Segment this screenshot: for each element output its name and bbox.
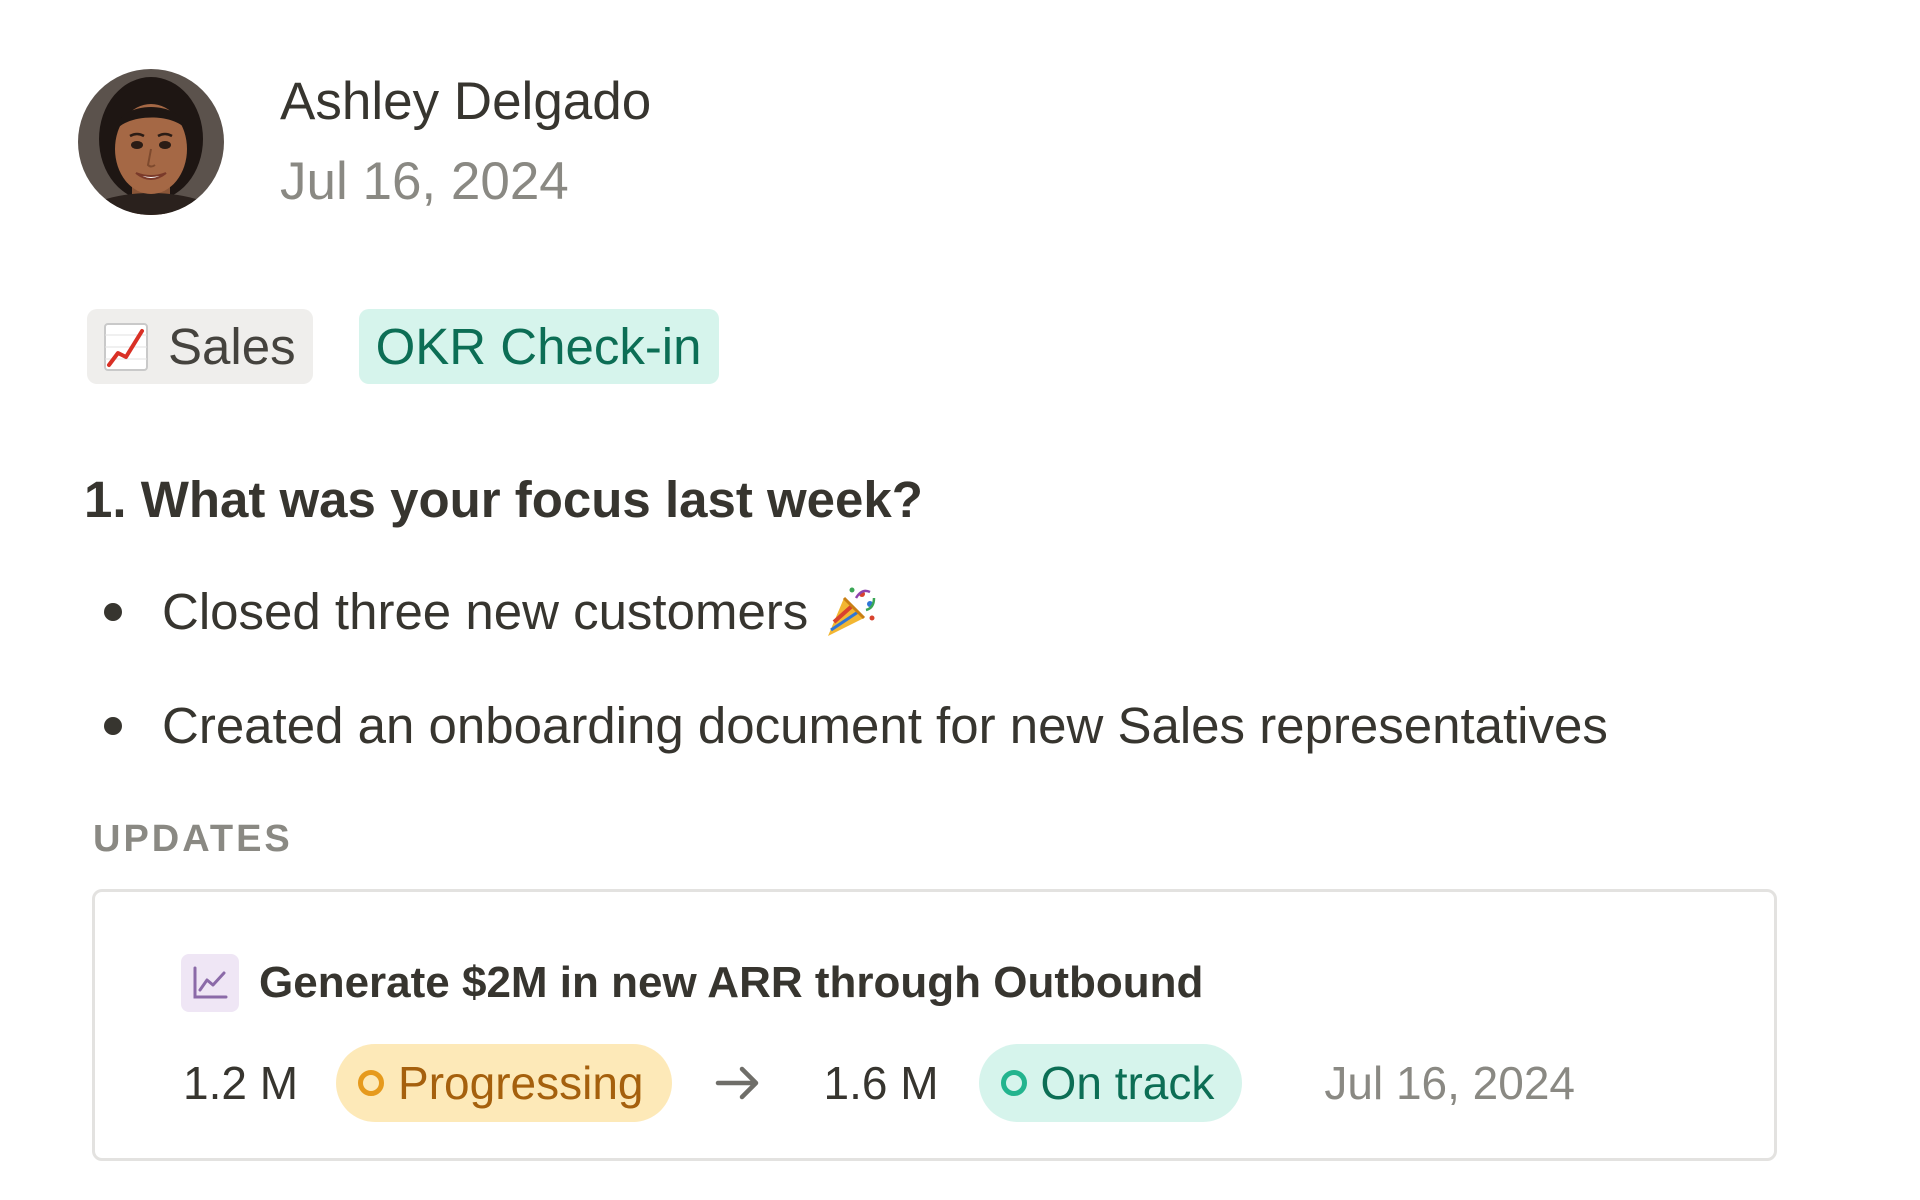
tag-okr-check-in[interactable]: OKR Check-in: [358, 309, 719, 384]
question-heading: 1. What was your focus last week?: [84, 471, 923, 528]
tag-sales[interactable]: Sales: [87, 309, 313, 384]
previous-value: 1.2 M: [183, 1057, 299, 1109]
tag-okr-label: OKR Check-in: [375, 318, 702, 375]
goal-status-row: 1.2 M Progressing 1.6 M On track Jul 16,…: [183, 1044, 1575, 1122]
arrow-right-icon: [715, 1066, 758, 1100]
status-ring-icon: [358, 1070, 385, 1096]
status-ring-icon: [1000, 1070, 1027, 1096]
user-avatar[interactable]: [78, 69, 224, 215]
post-header: Ashley Delgado Jul 16, 2024: [78, 69, 651, 215]
post-date: Jul 16, 2024: [280, 152, 569, 211]
party-popper-emoji-icon: [828, 587, 876, 636]
list-item: Created an onboarding document for new S…: [104, 694, 1608, 758]
tag-list: Sales OKR Check-in: [87, 309, 719, 384]
list-item: Closed three new customers: [104, 580, 1608, 644]
bullet-dot: [104, 717, 122, 735]
focus-bullet-list: Closed three new customers Created an on…: [104, 580, 1608, 758]
bullet-text: Closed three new customers: [162, 583, 809, 640]
goal-title[interactable]: Generate $2M in new ARR through Outbound: [259, 958, 1203, 1008]
current-value: 1.6 M: [823, 1057, 939, 1109]
tag-sales-label: Sales: [168, 318, 296, 375]
chart-increasing-emoji-icon: [104, 322, 148, 371]
status-badge-on-track: On track: [978, 1044, 1243, 1122]
author-name[interactable]: Ashley Delgado: [280, 69, 651, 135]
line-chart-icon: [181, 954, 239, 1012]
update-date: Jul 16, 2024: [1324, 1057, 1576, 1109]
author-info: Ashley Delgado Jul 16, 2024: [280, 69, 651, 215]
updates-section-label: UPDATES: [93, 818, 293, 860]
goal-title-row: Generate $2M in new ARR through Outbound: [181, 954, 1203, 1012]
status-label: On track: [1040, 1057, 1215, 1109]
bullet-text: Created an onboarding document for new S…: [162, 697, 1608, 754]
status-badge-progressing: Progressing: [336, 1044, 672, 1122]
goal-update-card[interactable]: Generate $2M in new ARR through Outbound…: [92, 889, 1777, 1161]
status-label: Progressing: [398, 1057, 644, 1109]
bullet-dot: [104, 603, 122, 621]
